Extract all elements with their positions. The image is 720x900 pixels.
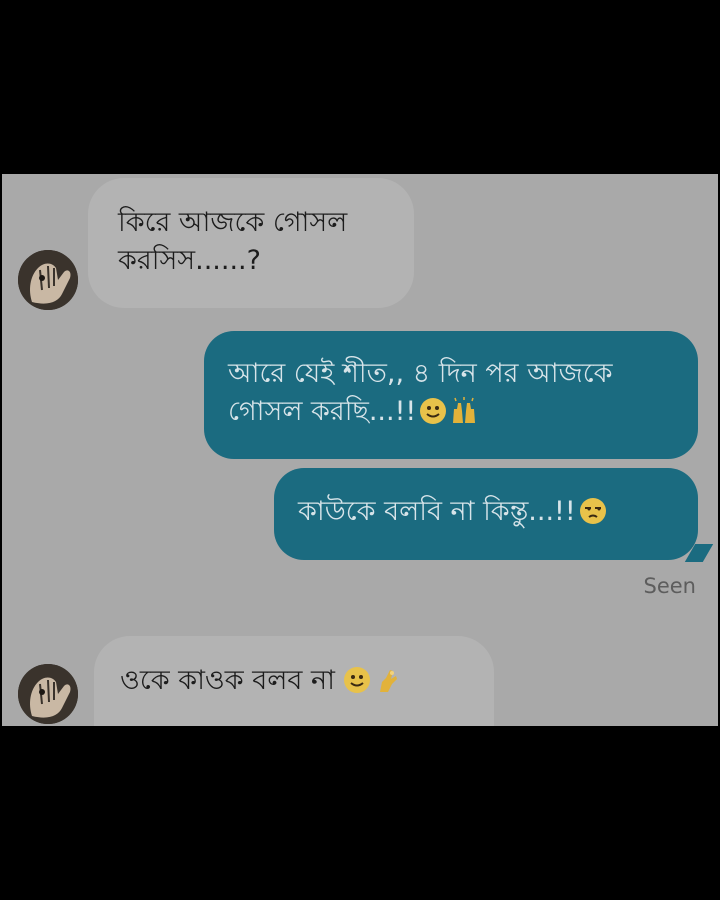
chat-screenshot: কিরে আজকে গোসল করসিস......? আরে যেই শীত,… xyxy=(2,174,718,726)
slightly-smiling-face-icon xyxy=(343,667,370,693)
video-frame: কিরে আজকে গোসল করসিস......? আরে যেই শীত,… xyxy=(0,0,720,900)
message-text: কিরে আজকে গোসল করসিস......? xyxy=(118,207,348,276)
avatar[interactable] xyxy=(18,250,78,310)
avatar[interactable] xyxy=(18,664,78,724)
message-text: কাউকে বলবি না কিন্তু...!! xyxy=(298,496,576,527)
outgoing-message-bubble: আরে যেই শীত,, ৪ দিন পর আজকে গোসল করছি...… xyxy=(204,331,698,459)
message-text: ওকে কাওক বলব না xyxy=(120,665,335,696)
avatar-image xyxy=(18,664,78,724)
raised-hands-icon xyxy=(453,397,476,423)
unamused-face-icon xyxy=(579,498,606,524)
incoming-message-bubble: কিরে আজকে গোসল করসিস......? xyxy=(88,178,414,308)
incoming-message-bubble: ওকে কাওক বলব না xyxy=(94,636,494,726)
slightly-smiling-face-icon xyxy=(420,398,447,424)
avatar-image xyxy=(18,250,78,310)
pinching-hand-icon xyxy=(379,670,397,692)
outgoing-message-bubble: কাউকে বলবি না কিন্তু...!! xyxy=(274,468,698,560)
seen-receipt: Seen xyxy=(643,574,696,598)
